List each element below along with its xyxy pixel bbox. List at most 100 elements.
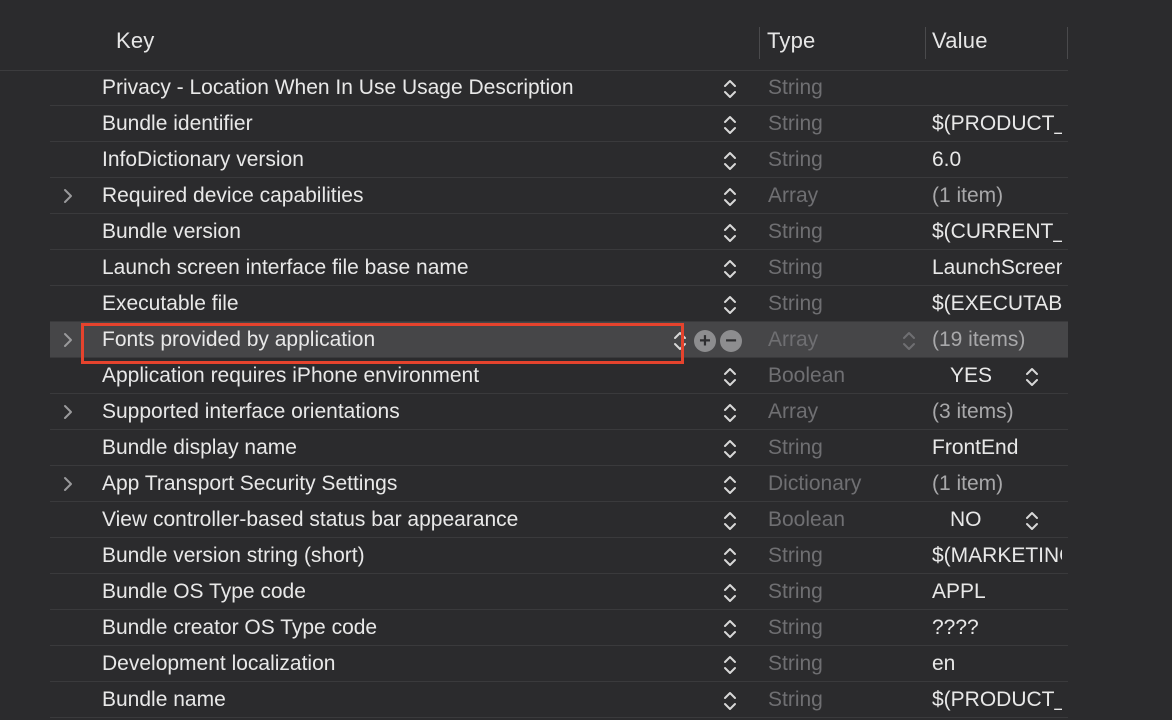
- row-value[interactable]: (1 item): [932, 184, 1062, 208]
- row-key[interactable]: InfoDictionary version: [102, 148, 304, 172]
- row-type[interactable]: Boolean: [768, 364, 845, 388]
- row-key[interactable]: Bundle display name: [102, 436, 297, 460]
- key-stepper-icon[interactable]: [722, 257, 738, 281]
- plist-row[interactable]: View controller-based status bar appeara…: [50, 502, 1068, 538]
- row-key[interactable]: Required device capabilities: [102, 184, 364, 208]
- row-type[interactable]: String: [768, 616, 823, 640]
- plist-row[interactable]: Bundle OS Type code String APPL: [50, 574, 1068, 610]
- row-value[interactable]: $(CURRENT_PROJECT_VERSION): [932, 220, 1062, 244]
- row-value[interactable]: LaunchScreen: [932, 256, 1062, 280]
- row-type[interactable]: String: [768, 148, 823, 172]
- row-value[interactable]: APPL: [932, 580, 1062, 604]
- row-value[interactable]: NO: [950, 508, 982, 532]
- row-value[interactable]: (3 items): [932, 400, 1062, 424]
- row-type[interactable]: Boolean: [768, 508, 845, 532]
- row-type[interactable]: String: [768, 436, 823, 460]
- plist-row[interactable]: Bundle name String $(PRODUCT_NAME): [50, 682, 1068, 718]
- key-stepper-icon[interactable]: [722, 509, 738, 533]
- row-value[interactable]: FrontEnd: [932, 436, 1062, 460]
- value-stepper-icon[interactable]: [1024, 509, 1040, 533]
- row-value[interactable]: $(PRODUCT_BUNDLE_IDENTIFIER): [932, 112, 1062, 136]
- row-key[interactable]: Bundle identifier: [102, 112, 253, 136]
- key-stepper-icon[interactable]: [722, 545, 738, 569]
- row-value[interactable]: (19 items): [932, 328, 1062, 352]
- row-type[interactable]: String: [768, 292, 823, 316]
- chevron-right-icon[interactable]: [60, 474, 76, 494]
- key-stepper-icon[interactable]: [722, 185, 738, 209]
- row-type[interactable]: Array: [768, 328, 818, 352]
- plist-row[interactable]: Bundle creator OS Type code String????: [50, 610, 1068, 646]
- row-key[interactable]: Application requires iPhone environment: [102, 364, 479, 388]
- row-key[interactable]: View controller-based status bar appeara…: [102, 508, 518, 532]
- key-stepper-icon[interactable]: [722, 77, 738, 101]
- plist-row[interactable]: Bundle identifier String $(PRODUCT_BUNDLE_…: [50, 106, 1068, 142]
- key-stepper-icon[interactable]: [722, 221, 738, 245]
- row-type[interactable]: Array: [768, 400, 818, 424]
- chevron-right-icon[interactable]: [60, 186, 76, 206]
- row-key[interactable]: Bundle creator OS Type code: [102, 616, 377, 640]
- row-value[interactable]: 6.0: [932, 148, 1062, 172]
- key-stepper-icon[interactable]: [722, 149, 738, 173]
- plist-row[interactable]: App Transport Security Settings Dictionar…: [50, 466, 1068, 502]
- plist-row[interactable]: Supported interface orientations Array (3 …: [50, 394, 1068, 430]
- column-header-key[interactable]: Key: [116, 28, 155, 54]
- column-divider[interactable]: [925, 27, 926, 59]
- row-type[interactable]: String: [768, 544, 823, 568]
- row-key[interactable]: Privacy - Location When In Use Usage Des…: [102, 76, 574, 100]
- row-value[interactable]: $(MARKETING_VERSION): [932, 544, 1062, 568]
- row-key[interactable]: Bundle version: [102, 220, 241, 244]
- key-stepper-icon[interactable]: [722, 473, 738, 497]
- key-stepper-icon[interactable]: [722, 437, 738, 461]
- row-key[interactable]: Bundle version string (short): [102, 544, 365, 568]
- plist-row[interactable]: Bundle display name String FrontEnd: [50, 430, 1068, 466]
- key-stepper-icon[interactable]: [672, 329, 688, 353]
- row-type[interactable]: String: [768, 256, 823, 280]
- plist-row[interactable]: Required device capabilities Array (1 item…: [50, 178, 1068, 214]
- type-stepper-icon[interactable]: [901, 329, 917, 353]
- row-key[interactable]: Bundle OS Type code: [102, 580, 306, 604]
- key-stepper-icon[interactable]: [722, 653, 738, 677]
- column-header-type[interactable]: Type: [767, 28, 816, 54]
- row-key[interactable]: Fonts provided by application: [102, 328, 375, 352]
- plus-circle-icon[interactable]: +: [694, 330, 716, 352]
- row-type[interactable]: Array: [768, 184, 818, 208]
- plist-row[interactable]: InfoDictionary version String 6.0: [50, 142, 1068, 178]
- plist-row[interactable]: Fonts provided by application + − Array (19 …: [50, 322, 1068, 358]
- plist-row[interactable]: Executable file String $(EXECUTABLE_NAME): [50, 286, 1068, 322]
- plist-row[interactable]: Bundle version string (short) String $(MAR…: [50, 538, 1068, 574]
- chevron-right-icon[interactable]: [60, 330, 76, 350]
- column-divider[interactable]: [1067, 27, 1068, 59]
- key-stepper-icon[interactable]: [722, 293, 738, 317]
- row-key[interactable]: Launch screen interface file base name: [102, 256, 469, 280]
- row-value[interactable]: ????: [932, 616, 1062, 640]
- row-type[interactable]: String: [768, 220, 823, 244]
- row-type[interactable]: String: [768, 76, 823, 100]
- plist-row[interactable]: Application requires iPhone environment B…: [50, 358, 1068, 394]
- row-key[interactable]: App Transport Security Settings: [102, 472, 397, 496]
- key-stepper-icon[interactable]: [722, 113, 738, 137]
- chevron-right-icon[interactable]: [60, 402, 76, 422]
- key-stepper-icon[interactable]: [722, 617, 738, 641]
- row-key[interactable]: Development localization: [102, 652, 335, 676]
- key-stepper-icon[interactable]: [722, 581, 738, 605]
- key-stepper-icon[interactable]: [722, 689, 738, 713]
- value-stepper-icon[interactable]: [1024, 365, 1040, 389]
- row-key[interactable]: Supported interface orientations: [102, 400, 400, 424]
- row-value[interactable]: $(PRODUCT_NAME): [932, 688, 1062, 712]
- row-type[interactable]: String: [768, 112, 823, 136]
- row-type[interactable]: String: [768, 652, 823, 676]
- plist-row[interactable]: Development localization String en: [50, 646, 1068, 682]
- plist-row[interactable]: Bundle version String $(CURRENT_PROJECT_VE…: [50, 214, 1068, 250]
- row-key[interactable]: Bundle name: [102, 688, 226, 712]
- row-value[interactable]: YES: [950, 364, 992, 388]
- key-stepper-icon[interactable]: [722, 401, 738, 425]
- column-divider[interactable]: [759, 27, 760, 59]
- row-type[interactable]: String: [768, 688, 823, 712]
- row-value[interactable]: $(EXECUTABLE_NAME): [932, 292, 1062, 316]
- plist-row[interactable]: Privacy - Location When In Use Usage Des…: [50, 70, 1068, 106]
- row-type[interactable]: Dictionary: [768, 472, 861, 496]
- minus-circle-icon[interactable]: −: [720, 330, 742, 352]
- row-value[interactable]: (1 item): [932, 472, 1062, 496]
- row-value[interactable]: en: [932, 652, 1062, 676]
- plist-row[interactable]: Launch screen interface file base name St…: [50, 250, 1068, 286]
